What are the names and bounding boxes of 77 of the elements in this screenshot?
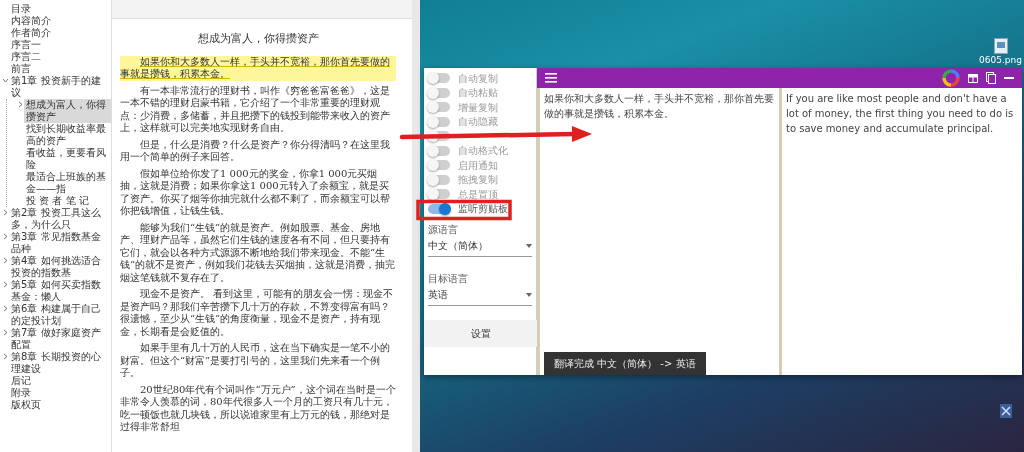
- toggle-label: 启用通知: [458, 158, 498, 173]
- toc-item[interactable]: 找到长期收益率最高的资产: [24, 123, 111, 147]
- toggle-label: 自动复制: [458, 71, 498, 86]
- caret-icon: [526, 292, 532, 297]
- toc-item[interactable]: 版权页: [9, 399, 43, 411]
- field-label: 目标语言: [428, 272, 469, 286]
- translation-text-field[interactable]: If you are like most people and don't have a lot of money, the first thing you need to do is to save money and accumulate principal.: [779, 88, 1022, 375]
- paragraph: 现金不是资产。 看到这里，可能有的朋友会一愣：现金不是资产吗？那我们辛苦攒下几十万的存款，不算变得富有吗？很遗憾，至少从“生钱”的角度衡量，现金不是资产，持有现金，长期看是会贬值的。: [120, 288, 395, 338]
- document-title: 想成为富人，你得攒资产: [196, 31, 320, 47]
- menu-icon[interactable]: [545, 73, 557, 83]
- toc-item[interactable]: 第6章 构建属于自己的定投计划: [9, 303, 111, 327]
- paragraph: 有一本非常流行的理财书，叫作《穷爸爸富爸爸》，这是一本不错的理财启蒙书籍，它介绍了一个非常重要的理财观点：少消费，多储蓄，并且把攒下的钱投到能带来收入的资产上，这样就可以完美地实现财务自由。: [120, 84, 391, 135]
- chevron-right-icon[interactable]: [2, 209, 9, 216]
- toc-item[interactable]: 附录: [9, 387, 33, 399]
- toggle-switch[interactable]: [428, 203, 450, 214]
- highlighted-paragraph: 如果你和大多数人一样，手头并不宽裕，那你首先要做的事就是攒钱，积累本金。: [120, 55, 396, 81]
- language-select[interactable]: 中文（简体）: [428, 237, 532, 257]
- language-select[interactable]: 英语: [428, 286, 532, 306]
- toggle-switch[interactable]: [428, 87, 450, 98]
- toc-item[interactable]: 投 资 者 笔 记: [24, 195, 91, 207]
- toc-item[interactable]: 第1章 投资新手的建议: [9, 75, 111, 99]
- paragraph: 但是，什么是消费？什么是资产？你分得清吗？在这里我用一个简单的例子来回答。: [120, 138, 391, 164]
- toc-item[interactable]: 作者简介: [9, 27, 53, 39]
- toc-item[interactable]: 看收益，更要看风险: [24, 147, 111, 171]
- paragraph: 如果手里有几十万的人民币，这在当下确实是一笔不小的财富。但这个“财富”是要打引号的，这里我们先来看一个例子。: [120, 342, 391, 380]
- copy-icon[interactable]: [986, 72, 996, 84]
- toggle-label: 自动隐藏: [458, 115, 498, 130]
- toggle-switch[interactable]: [428, 102, 450, 113]
- settings-button[interactable]: 设置: [424, 320, 537, 347]
- toggle-label: 监听剪贴板: [458, 202, 508, 217]
- chevron-right-icon[interactable]: [2, 329, 9, 336]
- colorful-ring-icon[interactable]: [942, 69, 960, 87]
- paragraph: 能够为我们“生钱”的就是资产。例如股票、基金、房地产、理财产品等，虽然它们生钱的速度各有不同，但只要持有它们，就会以各种方式源源不断地给我们带来现金。不能“生钱”的就不是资产，例如我们花钱去买烟抽，这就是消费，抽完烟这笔钱就不复存在了。: [120, 221, 396, 284]
- chevron-right-icon[interactable]: [2, 257, 9, 264]
- toggle-label: 总是置顶: [458, 187, 498, 202]
- toc-item[interactable]: 第4章 如何挑选适合投资的指数基: [9, 255, 111, 279]
- field-label: 源语言: [428, 223, 459, 237]
- window-icon[interactable]: [968, 73, 978, 83]
- scrollbar[interactable]: [412, 0, 420, 452]
- toc-item[interactable]: 目录: [9, 3, 33, 15]
- minimize-icon[interactable]: [1004, 76, 1014, 80]
- toggle-label: 自动格式化: [458, 144, 508, 159]
- toggle-switch[interactable]: [428, 160, 450, 171]
- paragraph: 假如单位给你发了1 000元的奖金，你拿1 000元买烟抽，这就是消费；如果你拿这1 000元转入了余额宝，就是买了资产。你买了烟等你抽完就什么都不剩了，而余额宝可以帮你把钱增值，让钱生钱。: [120, 167, 391, 218]
- toc-item[interactable]: 第3章 常见指数基金品种: [9, 231, 111, 255]
- toc-item[interactable]: 内容简介: [9, 15, 53, 27]
- toggle-switch[interactable]: [428, 131, 450, 142]
- toc-item[interactable]: 第7章 做好家庭资产配置: [9, 327, 111, 351]
- toc-item[interactable]: 前言: [9, 63, 33, 75]
- toggle-switch[interactable]: [428, 174, 450, 185]
- toc-item[interactable]: 第2章 投资工具这么多，为什么只: [9, 207, 111, 231]
- toc-item[interactable]: 后记: [9, 375, 33, 387]
- chevron-right-icon[interactable]: [2, 305, 9, 312]
- chevron-down-icon[interactable]: [2, 77, 9, 84]
- toggle-label: 拖拽复制: [458, 173, 498, 188]
- toggle-switch[interactable]: [428, 73, 450, 84]
- toc-item[interactable]: 第5章 如何买卖指数基金：懒人: [9, 279, 111, 303]
- toggle-label: 增量复制: [458, 100, 498, 115]
- caret-icon: [526, 243, 532, 248]
- toc-item[interactable]: 序言一: [9, 39, 43, 51]
- toggle-switch[interactable]: [428, 189, 450, 200]
- toc-item[interactable]: 想成为富人，你得攒资产: [24, 99, 111, 123]
- chevron-right-icon[interactable]: [2, 281, 9, 288]
- toc-item[interactable]: 最适合上班族的基金——指: [24, 171, 111, 195]
- toggle-label: 自动粘贴: [458, 86, 498, 101]
- chevron-right-icon[interactable]: [2, 233, 9, 240]
- image-file-icon[interactable]: [993, 38, 1008, 54]
- toggle-switch[interactable]: [428, 145, 450, 156]
- translation-toast: 翻译完成 中文（简体） -> 英语: [544, 352, 706, 375]
- app-shortcut-icon[interactable]: [1000, 404, 1012, 418]
- paragraph: 20世纪80年代有个词叫作“万元户”，这个词在当时是一个非常令人羡慕的词，80年代很多人一个月的工资只有几十元，吃一顿饭也就几块钱，所以说谁家里有上万元的钱，那绝对是过得非常舒坦: [120, 383, 396, 434]
- chevron-right-icon[interactable]: [17, 101, 24, 108]
- toc-item[interactable]: 序言二: [9, 51, 43, 63]
- chevron-right-icon[interactable]: [2, 353, 9, 360]
- desktop-icon-label[interactable]: 0605.png: [979, 54, 1022, 68]
- toggle-switch[interactable]: [428, 116, 450, 127]
- toc-item[interactable]: 第8章 长期投资的心理建设: [9, 351, 111, 375]
